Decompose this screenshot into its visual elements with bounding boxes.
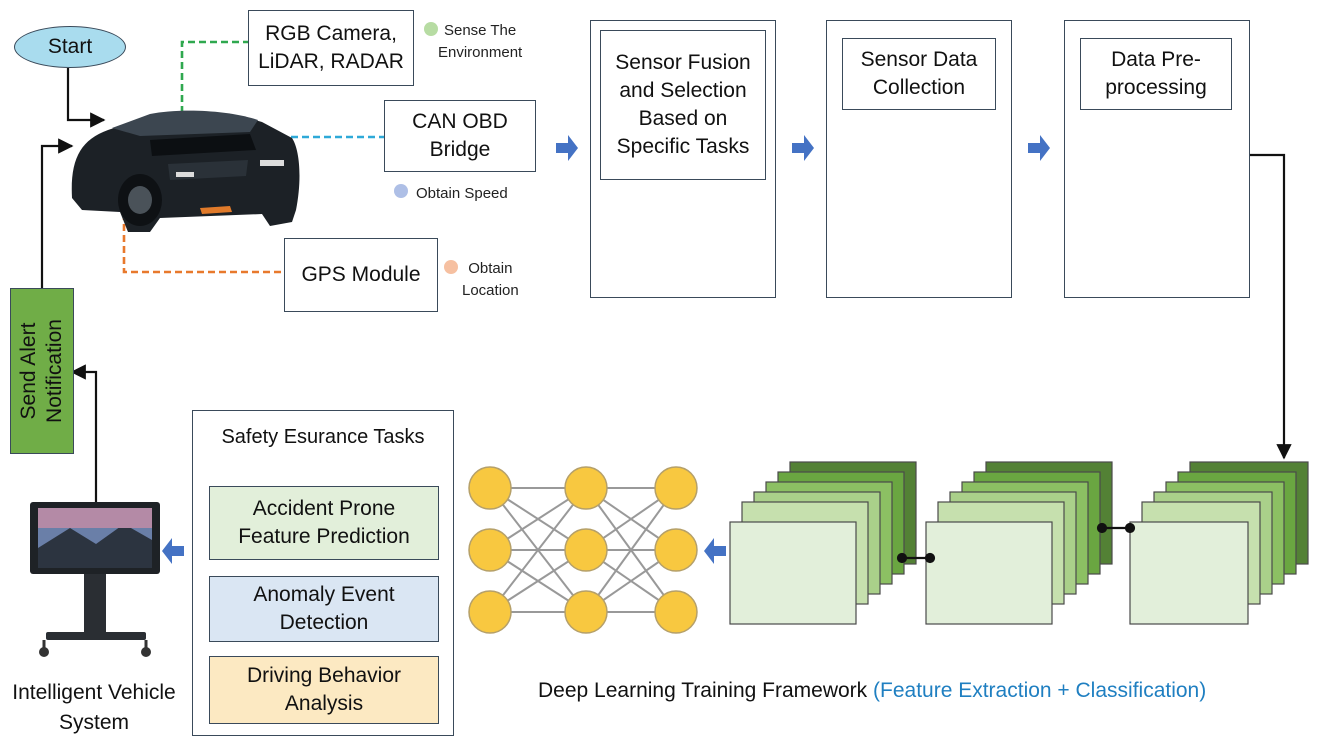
nn-node [564,590,608,634]
rgb-camera-box: RGB Camera, LiDAR, RADAR [248,10,414,86]
gps-module-label: GPS Module [301,263,421,286]
car-image [71,110,300,232]
legend-speed: Obtain Speed [416,185,508,202]
legend-dot-location [444,260,458,274]
preprocess-to-cnn-connector [1248,153,1292,460]
can-obd-box: CAN OBD Bridge [384,100,536,172]
start-node: Start [14,26,126,68]
collection-box: Sensor Data Collection [842,38,996,110]
nn-node [654,466,698,510]
task-accident-box: Accident Prone Feature Prediction [209,486,439,560]
arrow-to-fusion [556,135,578,161]
arrow-tasks-to-system [162,538,184,564]
legend-dot-speed [394,184,408,198]
nn-node [468,590,512,634]
framework-caption-main: Deep Learning Training Framework [538,679,868,702]
legend-location: Obtain Location [462,260,519,299]
collection-label: Sensor Data Collection [860,48,978,99]
rgb-camera-label: RGB Camera, LiDAR, RADAR [258,22,404,73]
task-accident-label: Accident Prone Feature Prediction [238,497,410,548]
framework-caption: Deep Learning Training Framework (Featur… [538,679,1278,703]
start-to-car-connector [66,68,106,128]
can-obd-label: CAN OBD Bridge [412,110,508,161]
task-anomaly-box: Anomaly Event Detection [209,576,439,642]
nn-node [654,528,698,572]
send-alert-label: Send Alert Notification [17,319,67,423]
nn-node [654,590,698,634]
safety-title: Safety Esurance Tasks [221,426,425,448]
monitor-to-alert-connector [70,364,98,502]
preprocessing-label: Data Pre- processing [1105,48,1207,99]
fusion-label: Sensor Fusion and Selection Based on Spe… [615,51,751,158]
feature-map-stack-3 [1129,461,1309,625]
arrow-to-preprocessing [1028,135,1050,161]
framework-caption-highlight: (Feature Extraction + Classification) [873,679,1207,702]
feature-map-stack-2 [925,461,1113,625]
start-label: Start [47,35,93,58]
feature-map-stack-1 [729,461,917,625]
nn-node [564,466,608,510]
task-anomaly-label: Anomaly Event Detection [253,583,395,634]
arrow-to-collection [792,135,814,161]
nn-node [468,466,512,510]
nn-node [468,528,512,572]
arrow-network-to-tasks [704,538,726,564]
display-monitor-image [30,502,160,657]
preprocessing-box: Data Pre- processing [1080,38,1232,110]
task-driving-box: Driving Behavior Analysis [209,656,439,724]
nn-node [564,528,608,572]
alert-to-car-connector [40,138,74,288]
fusion-box: Sensor Fusion and Selection Based on Spe… [600,30,766,180]
gps-module-box: GPS Module [284,238,438,312]
legend-dot-sense [424,22,438,36]
system-label: Intelligent Vehicle System [12,681,176,734]
legend-sense: Sense The Environment [438,22,523,61]
task-driving-label: Driving Behavior Analysis [246,664,402,715]
send-alert-box: Send Alert Notification [10,288,74,454]
